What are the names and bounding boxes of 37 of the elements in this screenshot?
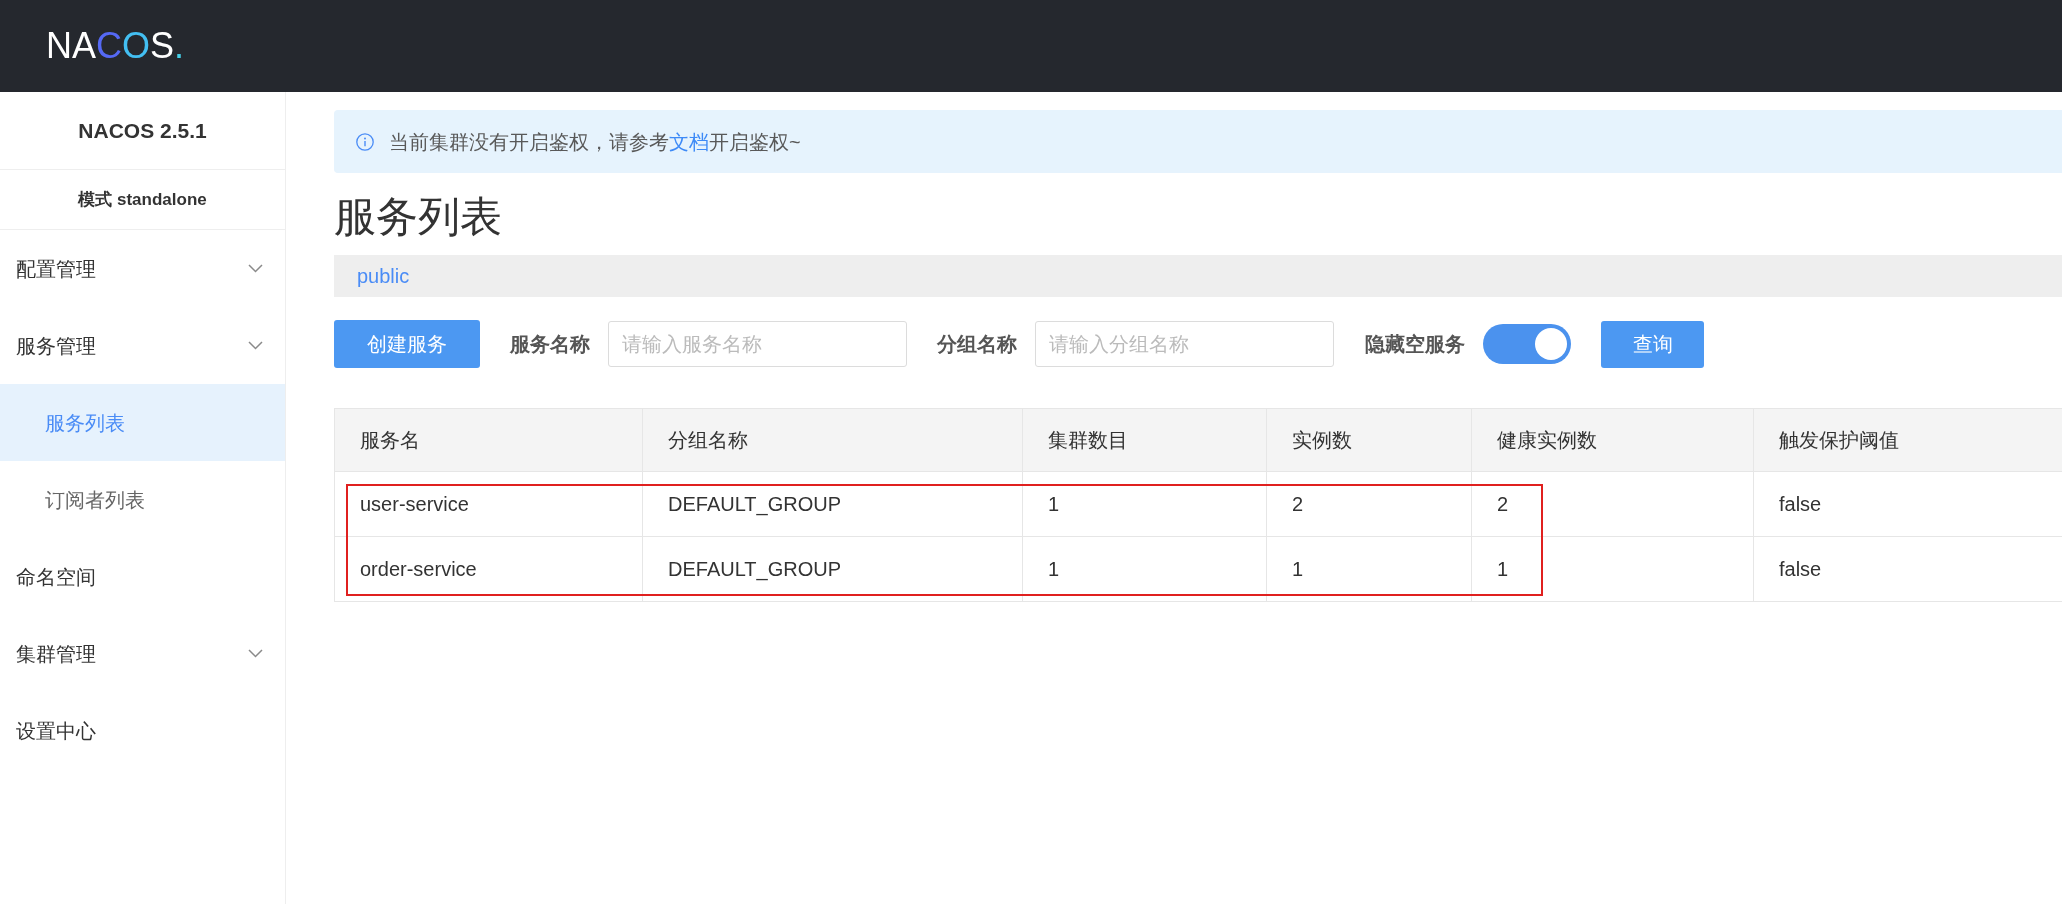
menu-item[interactable]: 命名空间 <box>0 538 285 615</box>
column-header: 健康实例数 <box>1471 408 1754 472</box>
table-cell: user-service <box>334 471 643 537</box>
version-label: NACOS 2.5.1 <box>78 117 207 144</box>
toggle-switch[interactable] <box>1483 324 1571 364</box>
chevron-down-icon <box>248 649 263 658</box>
chevron-down-icon <box>248 341 263 350</box>
column-header: 触发保护阈值 <box>1753 408 2062 472</box>
table-cell: 2 <box>1266 471 1472 537</box>
logo: NACOS. <box>46 28 185 64</box>
info-icon <box>356 132 374 151</box>
field-label: 服务名称 <box>510 332 590 357</box>
notice-text: 当前集群没有开启鉴权，请参考文档开启鉴权~ <box>389 129 801 155</box>
input-field[interactable]: 请输入服务名称 <box>608 321 907 367</box>
table-cell: DEFAULT_GROUP <box>642 536 1023 602</box>
menu-item[interactable]: 配置管理 <box>0 230 285 307</box>
chevron-down-icon <box>248 264 263 273</box>
table-cell: DEFAULT_GROUP <box>642 471 1023 537</box>
column-header: 分组名称 <box>642 408 1023 472</box>
menu-item[interactable]: 服务管理 <box>0 307 285 384</box>
table-cell: 1 <box>1266 536 1472 602</box>
page-title: 服务列表 <box>334 196 502 238</box>
field-label: 分组名称 <box>937 332 1017 357</box>
menu-item[interactable]: 设置中心 <box>0 692 285 769</box>
mode-label: 模式 standalone <box>78 188 207 211</box>
column-header: 实例数 <box>1266 408 1472 472</box>
table-cell: 2 <box>1471 471 1754 537</box>
menu-item[interactable]: 集群管理 <box>0 615 285 692</box>
switch-label: 隐藏空服务 <box>1365 332 1465 357</box>
column-header: 集群数目 <box>1022 408 1267 472</box>
table-cell: 1 <box>1471 536 1754 602</box>
table-cell: 1 <box>1022 536 1267 602</box>
submenu-item[interactable]: 订阅者列表 <box>0 461 285 538</box>
table-cell: 1 <box>1022 471 1267 537</box>
input-field[interactable]: 请输入分组名称 <box>1035 321 1334 367</box>
column-header: 服务名 <box>334 408 643 472</box>
table-cell: order-service <box>334 536 643 602</box>
